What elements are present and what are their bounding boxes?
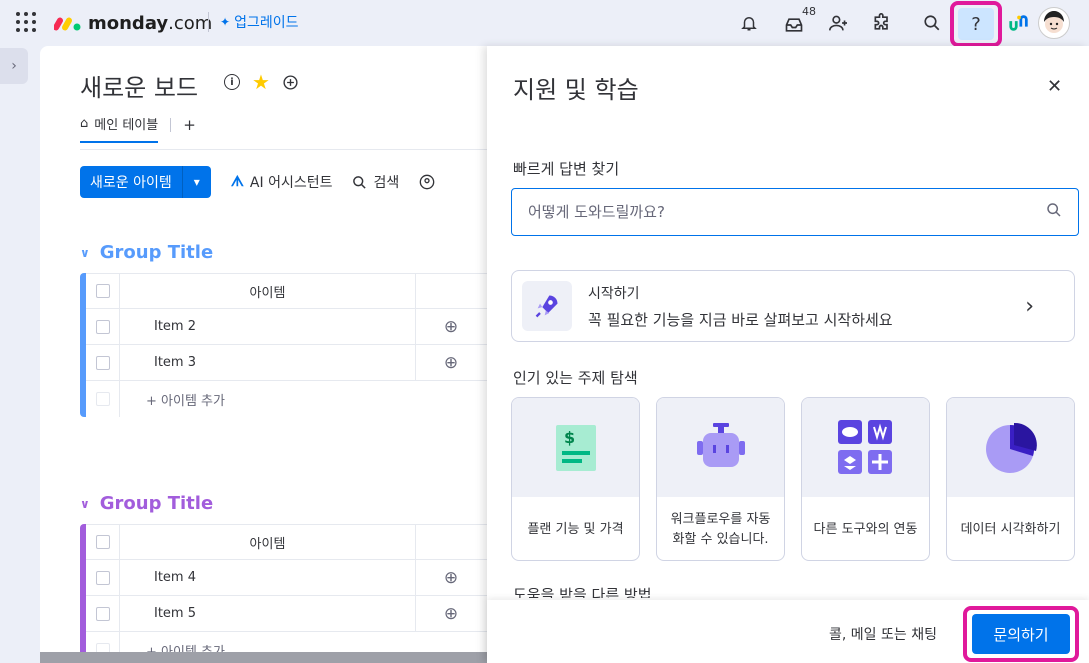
info-icon[interactable]: i — [224, 74, 240, 90]
search-icon[interactable] — [1046, 202, 1062, 222]
board-search-button[interactable]: 검색 — [352, 172, 399, 192]
add-view-button[interactable]: + — [183, 116, 196, 134]
table-row[interactable]: Item 4 ⊕ — [86, 560, 500, 596]
add-item-button[interactable]: + 아이템 추가 — [120, 632, 416, 655]
group-collapse-chevron-icon[interactable]: ∨ — [80, 246, 90, 260]
select-all-checkbox[interactable] — [95, 535, 110, 549]
pie-chart-icon — [947, 398, 1074, 497]
topic-card-data-visualization[interactable]: 데이터 시각화하기 — [946, 397, 1075, 561]
notifications-bell-icon[interactable] — [735, 9, 763, 37]
topic-card-pricing[interactable]: $ 플랜 기능 및 가격 — [511, 397, 640, 561]
help-search-input[interactable] — [528, 203, 1008, 221]
inbox-icon[interactable]: 48 — [780, 5, 816, 39]
search-icon[interactable] — [918, 9, 946, 37]
invite-user-icon[interactable] — [824, 9, 852, 37]
group-table: 아이템 Item 4 ⊕ Item 5 ⊕ + 아이템 추가 — [80, 524, 500, 654]
help-button[interactable]: ? — [958, 8, 994, 40]
board-title[interactable]: 새로운 보드 — [80, 68, 198, 103]
board-area: 새로운 보드 i ★ ⌂ 메인 테이블 + 새로운 아이템 ▾ ᗑ AI 어시스… — [40, 46, 500, 654]
search-icon — [353, 175, 367, 189]
table-row[interactable]: Item 3 ⊕ — [86, 345, 500, 381]
row-checkbox[interactable] — [95, 570, 110, 585]
group-1: ∨ Group Title 아이템 Item 2 ⊕ Item 3 ⊕ + 아이… — [80, 242, 500, 417]
left-sidebar-collapsed — [0, 46, 28, 663]
item-name[interactable]: Item 5 — [120, 596, 416, 631]
column-header-item: 아이템 — [120, 274, 416, 308]
item-name[interactable]: Item 4 — [120, 560, 416, 595]
ai-assistant-button[interactable]: ᗑ AI 어시스턴트 — [231, 172, 333, 192]
popular-topics-label: 인기 있는 주제 탐색 — [513, 369, 638, 387]
expand-sidebar-chevron-icon[interactable]: › — [0, 48, 28, 84]
add-update-icon[interactable] — [282, 74, 299, 95]
add-update-icon[interactable]: ⊕ — [416, 596, 486, 631]
ai-sparkle-icon: ᗑ — [230, 174, 244, 190]
topbar-divider — [208, 12, 209, 32]
monday-logo-icon — [54, 17, 81, 31]
start-card-title: 시작하기 — [588, 285, 640, 302]
add-item-button[interactable]: + 아이템 추가 — [120, 381, 416, 417]
close-icon[interactable]: ✕ — [1047, 76, 1062, 97]
svg-text:$: $ — [564, 428, 575, 447]
add-update-icon[interactable]: ⊕ — [416, 560, 486, 595]
contact-options-text: 콜, 메일 또는 채팅 — [829, 627, 937, 643]
quick-answer-label: 빠르게 답변 찾기 — [513, 160, 620, 178]
group-2: ∨ Group Title 아이템 Item 4 ⊕ Item 5 ⊕ + 아이… — [80, 493, 500, 654]
add-update-icon[interactable]: ⊕ — [416, 345, 486, 380]
topic-card-integrations[interactable]: 다른 도구와의 연동 — [801, 397, 930, 561]
start-card-description: 꼭 필요한 기능을 지금 바로 살펴보고 시작하세요 — [588, 310, 893, 329]
group-collapse-chevron-icon[interactable]: ∨ — [80, 497, 90, 511]
top-bar: monday.com ✦ 업그레이드 48 ? — [0, 0, 1089, 47]
table-row[interactable]: Item 2 ⊕ — [86, 309, 500, 345]
sparkle-icon: ✦ — [220, 15, 231, 29]
group-title[interactable]: Group Title — [100, 493, 213, 514]
user-avatar[interactable] — [1038, 7, 1070, 39]
home-icon: ⌂ — [80, 116, 89, 131]
inbox-count-badge: 48 — [802, 5, 816, 18]
column-header-item: 아이템 — [120, 525, 416, 559]
help-search-box[interactable] — [511, 188, 1079, 236]
horizontal-scrollbar[interactable] — [40, 652, 488, 663]
other-help-label: 도움을 받을 다른 방법 — [513, 586, 652, 598]
apps-puzzle-icon[interactable] — [868, 9, 896, 37]
chevron-down-icon[interactable]: ▾ — [183, 166, 211, 198]
panel-footer: 콜, 메일 또는 채팅 문의하기 — [487, 600, 1089, 663]
robot-icon — [657, 398, 784, 497]
select-all-checkbox[interactable] — [95, 284, 110, 298]
add-update-icon[interactable]: ⊕ — [416, 309, 486, 344]
panel-title: 지원 및 학습 — [513, 76, 639, 104]
star-favorite-icon[interactable]: ★ — [252, 72, 270, 95]
rocket-icon — [522, 281, 572, 331]
help-panel: 지원 및 학습 ✕ 빠르게 답변 찾기 시작하기 꼭 필요한 기능을 지금 바로… — [487, 46, 1089, 663]
contact-us-button[interactable]: 문의하기 — [972, 614, 1070, 654]
chevron-right-icon: › — [1025, 293, 1034, 319]
item-name[interactable]: Item 3 — [120, 345, 416, 380]
tab-main-table[interactable]: ⌂ 메인 테이블 — [80, 114, 159, 143]
getting-started-card[interactable]: 시작하기 꼭 필요한 기능을 지금 바로 살펴보고 시작하세요 › — [511, 270, 1075, 342]
group-title[interactable]: Group Title — [100, 242, 213, 263]
topic-card-automation[interactable]: 워크플로우를 자동화할 수 있습니다. — [656, 397, 785, 561]
apps-grid-icon[interactable] — [16, 12, 36, 32]
group-table: 아이템 Item 2 ⊕ Item 3 ⊕ + 아이템 추가 — [80, 273, 500, 417]
row-checkbox[interactable] — [95, 606, 110, 621]
row-checkbox[interactable] — [95, 355, 110, 370]
item-name[interactable]: Item 2 — [120, 309, 416, 344]
dollar-document-icon: $ — [512, 398, 639, 497]
person-filter-icon[interactable] — [419, 174, 435, 190]
table-row[interactable]: Item 5 ⊕ — [86, 596, 500, 632]
monday-logo[interactable]: monday.com — [54, 10, 212, 36]
integrations-icon — [802, 398, 929, 497]
workspace-logo-icon[interactable] — [1005, 9, 1033, 37]
help-question-icon: ? — [971, 13, 981, 35]
upgrade-button[interactable]: ✦ 업그레이드 — [220, 12, 298, 32]
new-item-button[interactable]: 새로운 아이템 ▾ — [80, 166, 211, 198]
row-checkbox[interactable] — [95, 319, 110, 334]
